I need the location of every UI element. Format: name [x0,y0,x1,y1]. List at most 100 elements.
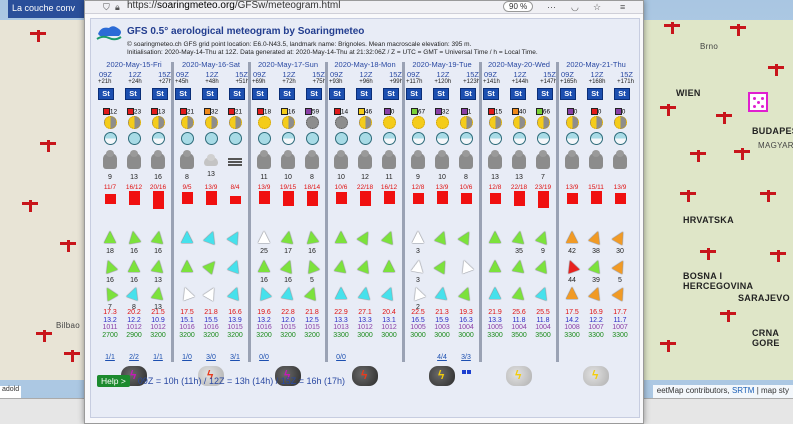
map-station-pin[interactable] [770,250,786,262]
map-station-pin[interactable] [64,350,80,362]
sounding-st-button[interactable]: St [560,88,576,100]
sounding-st-button[interactable]: St [587,88,603,100]
sounding-st-button[interactable]: St [510,88,526,100]
cloud-layer-fraction-link[interactable]: 4/4 [431,354,453,361]
wind-row: 3 [405,228,479,256]
cloud-layer-fraction-link[interactable]: 1/1 [99,354,121,361]
pocket-icon[interactable]: ◡ [571,1,579,13]
day-title[interactable]: 2020-May-15-Fri [97,60,171,69]
sounding-st-button[interactable]: St [406,88,422,100]
thermal-index-value: 66 [542,108,551,116]
cloud-layer-fraction-link[interactable]: 1/0 [176,354,198,361]
numeric-values-cell: 22.8 12.0 1015 3200 [277,309,299,339]
sounding-st-button[interactable]: St [433,88,449,100]
day-title[interactable]: 2020-May-19-Tue [405,60,479,69]
map-station-pin[interactable] [22,200,38,212]
map-station-pin[interactable] [36,330,52,342]
cloud-cell: 8 [176,150,198,182]
sounding-st-button[interactable]: St [98,88,114,100]
sun-icon [281,116,295,129]
cloud-layer-fraction-link[interactable]: 3/1 [224,354,246,361]
day-title[interactable]: 2020-May-17-Sun [251,60,325,69]
dew-point-value: 13.2 [257,316,271,324]
map-station-pin[interactable] [716,112,732,124]
shield-icon[interactable]: ⛉ [103,1,110,13]
more-options-icon[interactable]: ⋯ [547,1,556,13]
map-station-pin[interactable] [680,190,696,202]
wind-row [328,258,402,277]
map-station-pin[interactable] [660,340,676,352]
attribution-srtm-link[interactable]: SRTM [732,386,755,395]
cloud-layer-fraction-link[interactable]: 2/2 [123,354,145,361]
sounding-st-button[interactable]: St [537,88,553,100]
wind-cell [330,259,352,277]
map-station-pin[interactable] [660,104,676,116]
sounding-st-button[interactable]: St [614,88,630,100]
sounding-st-button[interactable]: St [306,88,322,100]
forecast-offset: +168h [588,79,606,85]
map-station-pin[interactable] [60,240,76,252]
hour-label: 09Z [176,70,189,79]
wind-speed-value: 16 [130,248,138,255]
thermal-height-value: 2700 [102,331,118,339]
lock-icon[interactable]: 🔒︎ [115,1,120,13]
cloud-layer-fraction-link[interactable]: 1/1 [147,354,169,361]
cloud-layer-fraction-link[interactable]: 3/3 [455,354,477,361]
map-label-bosna: BOSNA I HERCEGOVINA [683,271,754,291]
cloud-cell: 13 [508,150,530,182]
day-title[interactable]: 2020-May-16-Sat [174,60,248,69]
thermal-index-value: 13 [157,108,166,116]
sounding-st-button[interactable]: St [125,88,141,100]
map-station-pin[interactable] [30,30,46,42]
max-temperature-value: 25.5 [536,309,550,316]
zoom-level-badge[interactable]: 90 % [503,1,534,12]
sun-icon [512,116,526,129]
day-title[interactable]: 2020-May-18-Mon [328,60,402,69]
url-bar[interactable]: ⛉ 🔒︎ https://soaringmeteo.org/GFSw/meteo… [85,0,643,14]
sounding-st-button[interactable]: St [152,88,168,100]
map-station-pin[interactable] [730,24,746,36]
sounding-st-button[interactable]: St [329,88,345,100]
dew-point-value: 11.8 [536,316,550,324]
sounding-st-button[interactable]: St [383,88,399,100]
thermal-index-value: 16 [287,108,296,116]
selected-location-marker[interactable] [748,92,768,112]
sounding-st-button[interactable]: St [483,88,499,100]
url-prefix: https:// [127,0,158,11]
map-station-pin[interactable] [768,64,784,76]
sounding-st-button[interactable]: St [175,88,191,100]
temperature-bar [590,191,602,204]
day-title[interactable]: 2020-May-20-Wed [482,60,556,69]
map-station-pin[interactable] [664,22,680,34]
max-temperature-value: 21.8 [204,309,218,316]
sounding-st-button[interactable]: St [356,88,372,100]
menu-icon[interactable]: ≡ [620,1,625,13]
sounding-st-button[interactable]: St [279,88,295,100]
cloud-layer-fraction-link[interactable]: 0/0 [330,354,352,361]
sounding-st-button[interactable]: St [202,88,218,100]
url-text[interactable]: https://soaringmeteo.org/GFSw/meteogram.… [127,0,340,11]
day-title[interactable]: 2020-May-21-Thu [559,60,633,69]
sounding-st-button[interactable]: St [229,88,245,100]
sounding-st-button[interactable]: St [252,88,268,100]
map-layer-banner[interactable]: La couche conv [8,0,88,18]
wind-speed-value: 16 [260,277,268,284]
map-station-pin[interactable] [700,248,716,260]
map-station-pin[interactable] [760,190,776,202]
map-station-pin[interactable] [734,148,750,160]
map-label-budapest: BUDAPEST [752,126,793,136]
cloud-layer-fraction-link[interactable]: 3/0 [200,354,222,361]
help-button[interactable]: Help > [97,375,130,387]
map-station-pin[interactable] [40,140,56,152]
cloud-base-value: 9 [416,174,420,181]
sounding-st-button[interactable]: St [460,88,476,100]
bookmark-star-icon[interactable]: ☆ [593,1,601,13]
cloud-cover-circle-icon [281,132,295,145]
temperature-cell: 9/5 [176,184,198,210]
map-station-pin[interactable] [720,310,736,322]
map-station-pin[interactable] [690,150,706,162]
thermal-height-value: 3300 [333,331,349,339]
cloud-layer-fraction-link[interactable]: 0/0 [253,354,275,361]
temperature-row: 13/9 19/15 18/14 [251,184,325,211]
cloud-layer-fraction-cell: 1/1 [99,354,121,361]
